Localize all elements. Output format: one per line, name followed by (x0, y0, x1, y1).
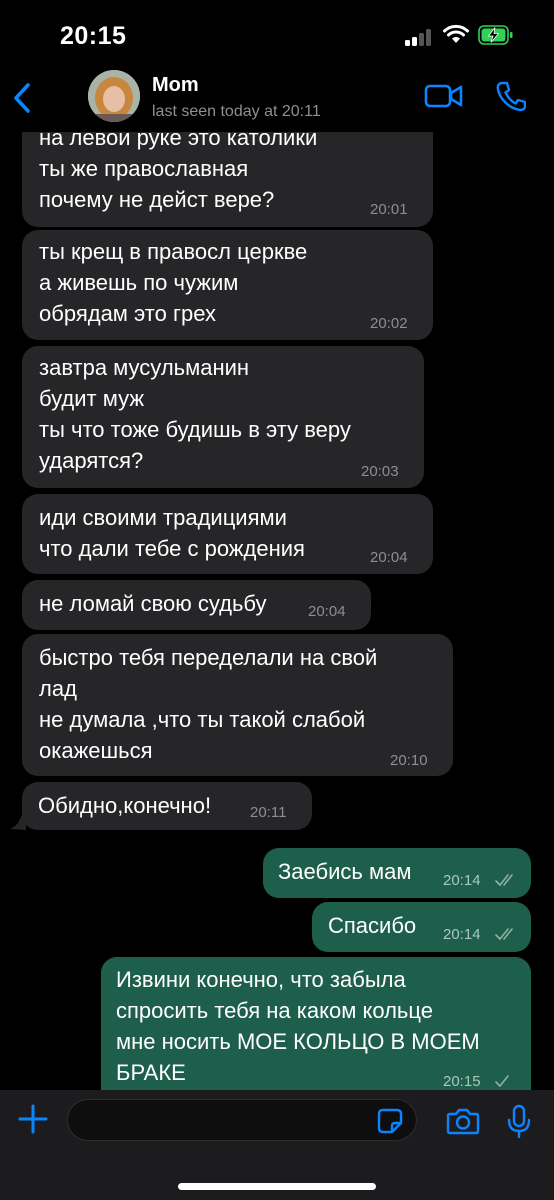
microphone-icon[interactable] (506, 1104, 532, 1140)
chat-header: Mom last seen today at 20:11 (0, 64, 554, 132)
message-time: 20:15 (443, 1073, 481, 1090)
message-bubble-incoming[interactable]: завтра мусульманин будит муж ты что тоже… (22, 346, 424, 488)
message-text: быстро тебя переделали на свой лад не ду… (39, 645, 378, 763)
read-receipt-icon (495, 874, 513, 886)
message-time: 20:04 (308, 603, 346, 620)
message-text: на левой руке это католики ты же правосл… (39, 132, 318, 212)
phone-call-icon[interactable] (496, 80, 526, 112)
message-bubble-incoming[interactable]: Обидно,конечно! 20:11 (22, 782, 312, 830)
message-text: завтра мусульманин будит муж ты что тоже… (39, 355, 351, 473)
message-text: Спасибо (328, 913, 417, 938)
status-bar: 20:15 (0, 0, 554, 64)
message-time: 20:10 (390, 752, 428, 769)
message-bubble-outgoing[interactable]: Заебись мам 20:14 (263, 848, 531, 898)
back-chevron-icon[interactable] (10, 80, 36, 116)
plus-icon[interactable] (16, 1102, 50, 1136)
message-bubble-outgoing[interactable]: Спасибо 20:14 (312, 902, 531, 952)
cellular-signal-icon (405, 28, 431, 46)
message-time: 20:14 (443, 926, 481, 943)
contact-name[interactable]: Mom (152, 74, 199, 97)
battery-charging-icon (478, 25, 513, 45)
wifi-icon (443, 24, 469, 43)
read-receipt-icon (495, 928, 513, 940)
message-time: 20:14 (443, 872, 481, 889)
message-bubble-outgoing[interactable]: Извини конечно, что забыла спросить тебя… (101, 957, 531, 1090)
message-text: Обидно,конечно! (38, 793, 212, 818)
message-text: не ломай свою судьбу (39, 591, 267, 616)
message-bubble-incoming[interactable]: иди своими традициями что дали тебе с ро… (22, 494, 433, 574)
message-time: 20:02 (370, 315, 408, 332)
avatar[interactable] (88, 70, 140, 122)
message-time: 20:03 (361, 463, 399, 480)
message-time: 20:11 (250, 804, 287, 821)
message-bubble-incoming[interactable]: ты крещ в правосл церкве а живешь по чуж… (22, 230, 433, 340)
delivered-check-icon (495, 1075, 509, 1087)
message-time: 20:01 (370, 201, 408, 218)
message-text: Заебись мам (278, 859, 412, 884)
message-list[interactable]: на левой руке это католики ты же правосл… (0, 132, 554, 1090)
sticker-icon[interactable] (376, 1107, 404, 1135)
message-time: 20:04 (370, 549, 408, 566)
message-text: ты крещ в правосл церкве а живешь по чуж… (39, 239, 308, 326)
message-text: иди своими традициями что дали тебе с ро… (39, 505, 305, 561)
camera-icon[interactable] (446, 1106, 480, 1136)
message-bubble-incoming[interactable]: на левой руке это католики ты же правосл… (22, 132, 433, 227)
message-input[interactable] (67, 1099, 417, 1141)
bubble-tail-icon (10, 814, 26, 830)
status-time: 20:15 (60, 22, 127, 50)
last-seen-status: last seen today at 20:11 (152, 103, 321, 120)
message-bubble-incoming[interactable]: не ломай свою судьбу 20:04 (22, 580, 371, 630)
home-indicator[interactable] (178, 1183, 376, 1190)
message-text: Извини конечно, что забыла спросить тебя… (116, 967, 480, 1085)
message-bubble-incoming[interactable]: быстро тебя переделали на свой лад не ду… (22, 634, 453, 776)
video-call-icon[interactable] (424, 82, 464, 110)
